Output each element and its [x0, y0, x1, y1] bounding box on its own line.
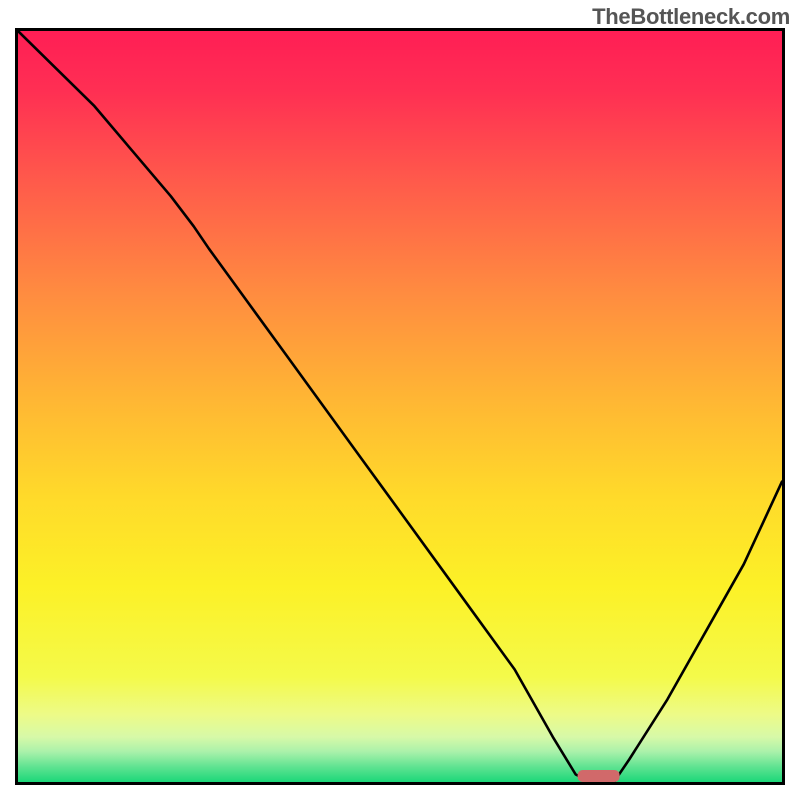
optimal-point[interactable] [576, 769, 622, 783]
plot-frame [15, 28, 785, 785]
curve-layer [18, 31, 782, 782]
chart-container: TheBottleneck.com [0, 0, 800, 800]
watermark-text: TheBottleneck.com [592, 4, 790, 30]
bottleneck-curve [18, 31, 782, 782]
